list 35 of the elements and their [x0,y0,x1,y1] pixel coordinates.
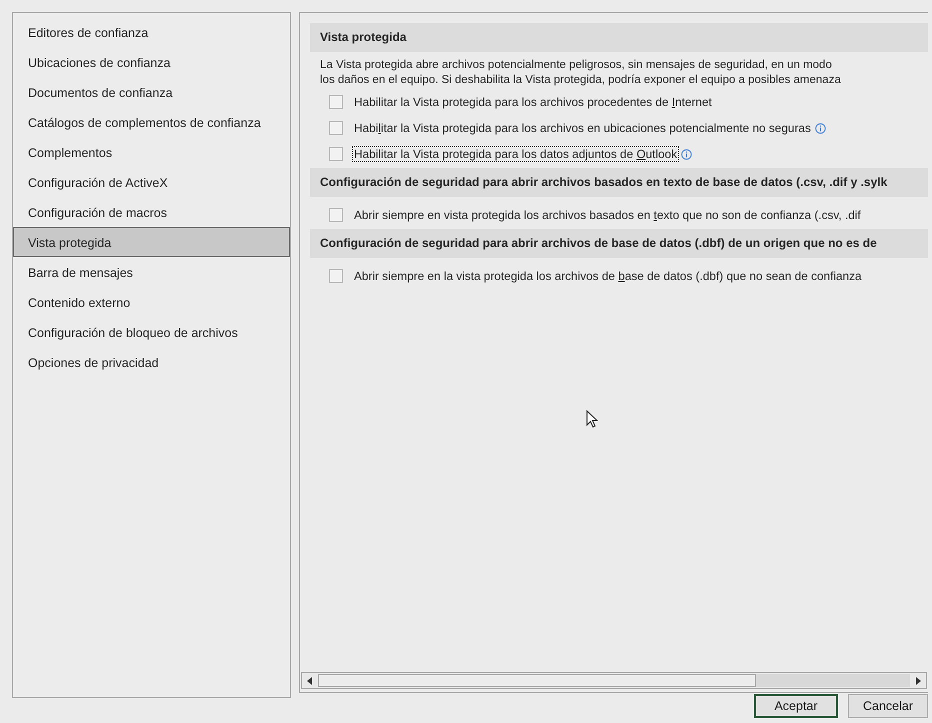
category-item[interactable]: Catálogos de complementos de confianza [13,107,290,137]
checkbox-label[interactable]: Abrir siempre en la vista protegida los archivos de base de datos (.dbf) que no sean de confianza [352,268,864,284]
category-item[interactable]: Opciones de privacidad [13,347,290,377]
category-item[interactable]: Configuración de bloqueo de archivos [13,317,290,347]
checkbox-label[interactable]: Habilitar la Vista protegida para los archivos procedentes de Internet [352,94,714,110]
category-item[interactable]: Configuración de ActiveX [13,167,290,197]
info-icon[interactable] [814,122,826,134]
dialog-button[interactable]: Cancelar [848,694,928,718]
category-item[interactable]: Configuración de macros [13,197,290,227]
section-header: Vista protegida [310,23,928,52]
category-item[interactable]: Barra de mensajes [13,257,290,287]
section-header: Configuración de seguridad para abrir archivos basados en texto de base de datos (.csv, .dif y .sylk [310,168,928,197]
checkbox[interactable] [329,269,343,283]
category-item[interactable]: Complementos [13,137,290,167]
scroll-left-icon[interactable] [306,676,314,684]
dialog-button[interactable]: Aceptar [754,694,838,718]
checkbox-label[interactable]: Habilitar la Vista protegida para los datos adjuntos de Outlook [352,146,680,162]
checkbox[interactable] [329,121,343,135]
checkbox[interactable] [329,147,343,161]
category-item[interactable]: Editores de confianza [13,17,290,47]
info-icon[interactable] [681,148,692,160]
description-text: La Vista protegida abre archivos potencialmente peligrosos, sin mensajes de seguridad, en un modo los daños en el equipo. Si deshabilita la Vista protegida, podría exponer el equipo a posibles amenaza [319,58,842,88]
category-item[interactable]: Documentos de confianza [13,77,290,107]
checkbox[interactable] [329,208,343,222]
category-item[interactable]: Ubicaciones de confianza [13,47,290,77]
checkbox-label[interactable]: Abrir siempre en vista protegida los archivos basados en texto que no son de confianza (.csv, .dif [352,207,863,223]
category-item[interactable]: Contenido externo [13,287,290,317]
checkbox[interactable] [329,95,343,109]
category-item[interactable]: Vista protegida [13,227,290,257]
scroll-right-icon[interactable] [914,676,922,684]
scrollbar-thumb[interactable] [318,674,756,687]
horizontal-scrollbar[interactable] [301,672,927,689]
mouse-pointer-icon [586,410,598,428]
section-header: Configuración de seguridad para abrir archivos de base de datos (.dbf) de un origen que no es de [310,229,928,258]
checkbox-label[interactable]: Habilitar la Vista protegida para los archivos en ubicaciones potencialmente no seguras [352,120,813,136]
